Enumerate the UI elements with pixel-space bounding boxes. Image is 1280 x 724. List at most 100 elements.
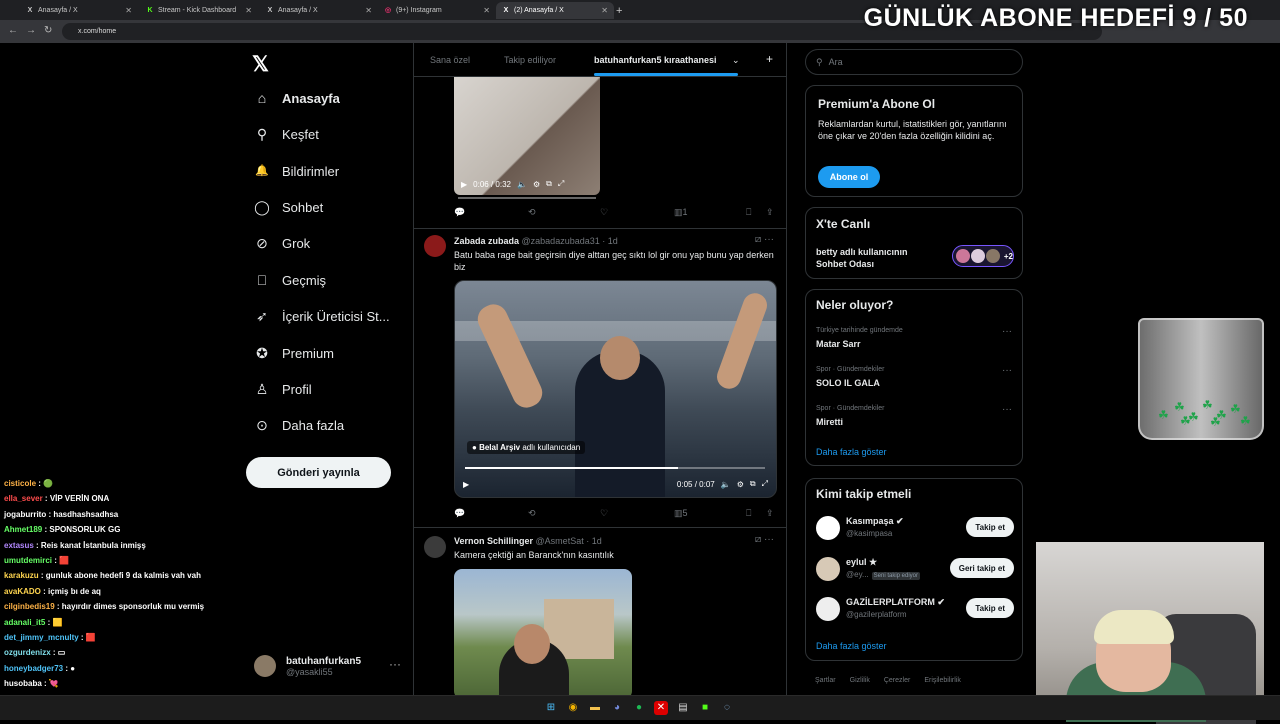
sidebar-item-home[interactable]: ⌂ Anasayfa bbox=[254, 90, 340, 106]
new-tab-button[interactable]: + bbox=[614, 2, 628, 19]
sidebar-item-profile[interactable]: ♙ Profil bbox=[254, 381, 312, 397]
more-options-icon[interactable]: ··· bbox=[389, 657, 401, 671]
video-credit[interactable]: ● Belal Arşiv adlı kullanıcıdan bbox=[467, 441, 586, 454]
app-icon[interactable]: ◌ bbox=[720, 701, 734, 715]
start-icon[interactable]: ⊞ bbox=[544, 701, 558, 715]
show-more-link[interactable]: Daha fazla göster bbox=[816, 447, 887, 457]
sidebar-item-grok[interactable]: ⊘ Grok bbox=[254, 235, 310, 251]
avatar[interactable] bbox=[816, 597, 840, 621]
suggestion-name[interactable]: Kasımpaşa ✔ bbox=[846, 516, 904, 527]
volume-icon[interactable]: 🔈 bbox=[721, 480, 731, 489]
avatar[interactable] bbox=[816, 557, 840, 581]
forward-icon[interactable]: → bbox=[26, 25, 36, 36]
post-image[interactable] bbox=[454, 569, 632, 699]
like-icon[interactable]: ♡ bbox=[600, 508, 608, 519]
more-options-icon[interactable]: ··· bbox=[1002, 365, 1012, 376]
bookmark-icon[interactable]: ⎕ bbox=[746, 508, 751, 519]
sidebar-item-premium[interactable]: ✪ Premium bbox=[254, 345, 334, 361]
footer-link[interactable]: Şartlar bbox=[815, 677, 836, 684]
bookmark-icon[interactable]: ⎕ bbox=[746, 207, 751, 218]
video-progress[interactable] bbox=[458, 197, 596, 199]
close-icon[interactable]: ✕ bbox=[125, 6, 132, 15]
play-icon[interactable]: ▶ bbox=[463, 480, 469, 489]
chat-username[interactable]: husobaba bbox=[4, 679, 42, 688]
close-icon[interactable]: ✕ bbox=[483, 6, 490, 15]
footer-link[interactable]: Gizlilik bbox=[850, 677, 870, 684]
chat-username[interactable]: honeybadger73 bbox=[4, 664, 63, 673]
chat-username[interactable]: extasus bbox=[4, 541, 34, 550]
views-icon[interactable]: ▥ 5 bbox=[674, 508, 688, 519]
chrome-icon[interactable]: ◉ bbox=[566, 701, 580, 715]
browser-tab[interactable]: X Anasayfa / X ✕ bbox=[260, 2, 378, 19]
like-icon[interactable]: ♡ bbox=[600, 207, 608, 218]
add-tab-icon[interactable]: + bbox=[766, 52, 773, 66]
more-options-icon[interactable]: ··· bbox=[1002, 326, 1012, 337]
close-icon[interactable]: ✕ bbox=[365, 6, 372, 15]
more-options-icon[interactable]: ⧄ ··· bbox=[755, 234, 774, 245]
chat-username[interactable]: ozgurdenizx bbox=[4, 648, 51, 657]
x-logo-icon[interactable]: 𝕏 bbox=[252, 52, 269, 77]
post-button[interactable]: Gönderi yayınla bbox=[246, 457, 391, 488]
share-icon[interactable]: ⇪ bbox=[766, 508, 774, 519]
follow-back-button[interactable]: Geri takip et bbox=[949, 558, 1014, 578]
sidebar-item-history[interactable]: ⎕ Geçmiş bbox=[254, 272, 326, 288]
trend-name[interactable]: Matar Sarr bbox=[816, 339, 861, 349]
sidebar-item-notifications[interactable]: 🔔 Bildirimler bbox=[254, 163, 339, 179]
search-input[interactable]: ⚲ Ara bbox=[805, 49, 1023, 75]
pip-icon[interactable]: ⧉ bbox=[546, 179, 552, 189]
discord-icon[interactable]: ◕ bbox=[610, 701, 624, 715]
chat-username[interactable]: avaKADO bbox=[4, 587, 41, 596]
sidebar-item-creator-studio[interactable]: ➶ İçerik Üreticisi St... bbox=[254, 308, 390, 324]
suggestion-name[interactable]: eylul ★ bbox=[846, 557, 877, 568]
folder-icon[interactable]: ▬ bbox=[588, 701, 602, 715]
chat-username[interactable]: umutdemirci bbox=[4, 556, 52, 565]
follow-button[interactable]: Takip et bbox=[966, 517, 1014, 537]
chat-username[interactable]: jogaburrito bbox=[4, 510, 46, 519]
reply-icon[interactable]: 💬 bbox=[454, 508, 465, 519]
chat-username[interactable]: cisticole bbox=[4, 479, 36, 488]
chat-username[interactable]: ella_sever bbox=[4, 494, 43, 503]
sidebar-item-chat[interactable]: ◯ Sohbet bbox=[254, 199, 323, 215]
more-options-icon[interactable]: ⧄ ··· bbox=[755, 534, 774, 545]
post-author[interactable]: Zabada zubada @zabadazubada31 · 1d bbox=[454, 236, 618, 246]
more-options-icon[interactable]: ··· bbox=[1002, 404, 1012, 415]
repost-icon[interactable]: ⟲ bbox=[528, 508, 536, 519]
follow-button[interactable]: Takip et bbox=[966, 598, 1014, 618]
volume-icon[interactable]: 🔈 bbox=[517, 180, 527, 189]
trend-name[interactable]: SOLO IL GALA bbox=[816, 378, 880, 388]
browser-tab[interactable]: X Anasayfa / X ✕ bbox=[20, 2, 138, 19]
chat-username[interactable]: Ahmet189 bbox=[4, 525, 42, 534]
show-more-link[interactable]: Daha fazla göster bbox=[816, 641, 887, 651]
close-icon[interactable]: ✕ bbox=[601, 6, 608, 15]
play-icon[interactable]: ▶ bbox=[461, 180, 467, 189]
post-author[interactable]: Vernon Schillinger @AsmetSat · 1d bbox=[454, 536, 602, 546]
sidebar-item-explore[interactable]: ⚲ Keşfet bbox=[254, 126, 319, 142]
avatar[interactable] bbox=[424, 235, 446, 257]
browser-tab[interactable]: K Stream - Kick Dashboard ✕ bbox=[140, 2, 258, 19]
sidebar-item-more[interactable]: ⊙ Daha fazla bbox=[254, 417, 344, 433]
settings-icon[interactable]: ⚙ bbox=[737, 480, 744, 489]
live-participants[interactable]: +2 bbox=[952, 245, 1014, 267]
reply-icon[interactable]: 💬 bbox=[454, 207, 465, 218]
app-icon[interactable]: ✕ bbox=[654, 701, 668, 715]
account-switcher[interactable]: batuhanfurkan5 @yasakli55 ··· bbox=[254, 655, 401, 677]
avatar[interactable] bbox=[816, 516, 840, 540]
live-space-title[interactable]: betty adlı kullanıcının Sohbet Odası bbox=[816, 246, 936, 270]
settings-icon[interactable]: ⚙ bbox=[533, 180, 540, 189]
back-icon[interactable]: ← bbox=[8, 25, 18, 36]
fullscreen-icon[interactable]: ⤢ bbox=[558, 179, 564, 189]
fullscreen-icon[interactable]: ⤢ bbox=[762, 479, 768, 489]
chat-username[interactable]: karakuzu bbox=[4, 571, 39, 580]
video-player[interactable] bbox=[454, 77, 600, 199]
subscribe-button[interactable]: Abone ol bbox=[818, 166, 880, 188]
footer-link[interactable]: Erişilebilirlik bbox=[924, 677, 961, 684]
browser-tab-active[interactable]: X (2) Anasayfa / X ✕ bbox=[496, 2, 614, 19]
tab-community[interactable]: batuhanfurkan5 kıraathanesi bbox=[594, 55, 717, 65]
views-icon[interactable]: ▥ 1 bbox=[674, 207, 688, 218]
app-icon[interactable]: ▤ bbox=[676, 701, 690, 715]
tab-following[interactable]: Takip ediliyor bbox=[504, 55, 556, 65]
spotify-icon[interactable]: ● bbox=[632, 701, 646, 715]
share-icon[interactable]: ⇪ bbox=[766, 207, 774, 218]
kick-icon[interactable]: ■ bbox=[698, 701, 712, 715]
suggestion-name[interactable]: GAZİLERPLATFORM ✔ bbox=[846, 597, 945, 608]
